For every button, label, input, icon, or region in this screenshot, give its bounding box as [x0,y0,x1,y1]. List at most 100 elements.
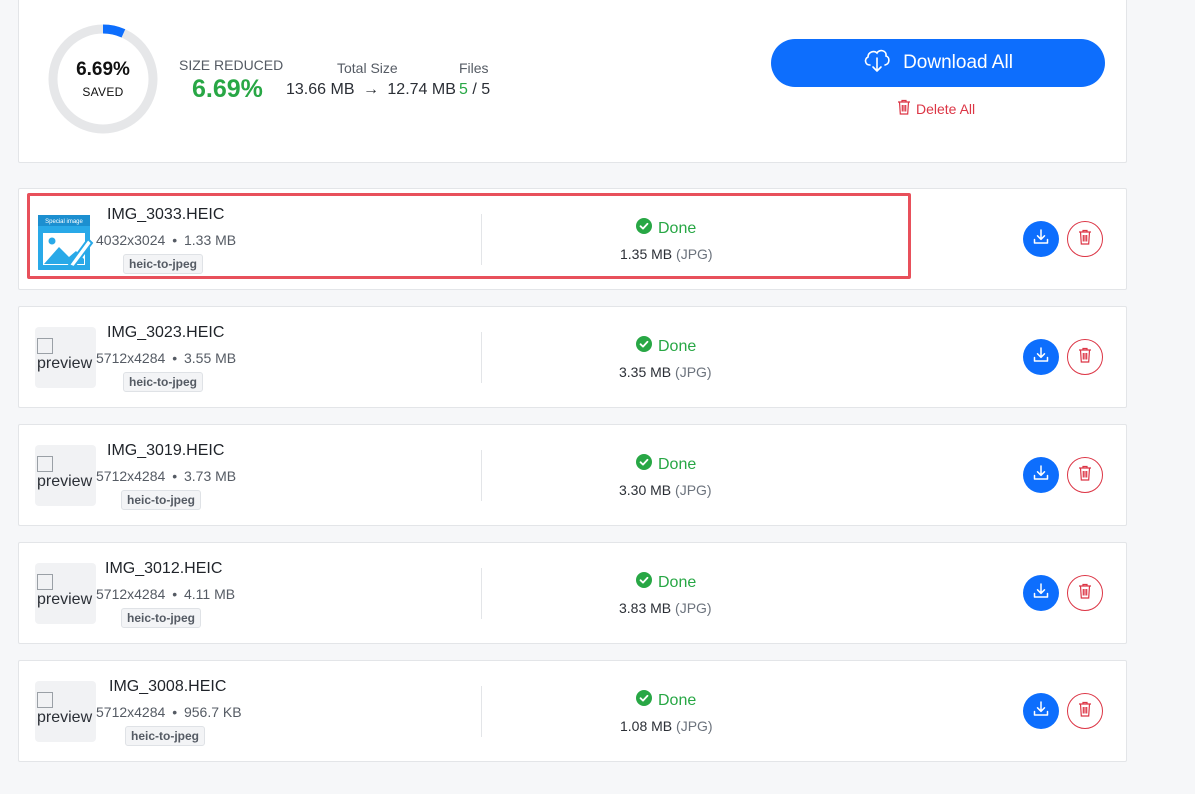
delete-button[interactable] [1067,457,1103,493]
download-icon [1032,228,1050,251]
broken-image: preview [35,681,96,727]
check-circle-icon [636,572,652,593]
meta-separator: • [172,350,178,366]
meta-separator: • [172,232,178,248]
result-format: (JPG) [676,718,713,734]
delete-button[interactable] [1067,575,1103,611]
broken-image-icon [37,573,53,590]
status-badge: Done [636,572,696,593]
result-info: 1.08 MB (JPG) [620,718,713,734]
delete-all-label: Delete All [916,100,976,117]
file-size: 956.7 KB [183,704,242,720]
row-divider [481,214,482,265]
status-badge: Done [636,690,696,711]
saved-label: SAVED [82,85,124,99]
file-name: IMG_3033.HEIC [107,206,225,223]
result-info: 3.83 MB (JPG) [619,600,712,616]
row-divider [481,686,482,737]
row-divider [481,568,482,619]
file-thumbnail: preview [35,327,96,388]
conversion-tag: heic-to-jpeg [121,490,201,510]
file-dimensions: 5712x4284 [96,586,166,602]
trash-icon [1078,229,1092,250]
file-size: 3.73 MB [183,468,237,484]
file-row: preview IMG_3008.HEIC 5712x4284 • 956.7 … [18,660,1127,762]
file-meta: 4032x3024 • 1.33 MB [96,232,236,248]
download-all-button[interactable]: Download All [771,39,1105,87]
status-badge: Done [636,218,696,239]
file-name: IMG_3023.HEIC [107,324,225,341]
download-icon [1032,700,1050,723]
saved-percent: 6.69% [76,59,130,80]
file-meta: 5712x4284 • 956.7 KB [96,704,242,720]
total-before: 13.66 MB [286,81,355,98]
trash-icon [897,99,911,118]
download-button[interactable] [1023,457,1059,493]
result-size: 1.08 MB [620,718,673,734]
download-icon [1032,346,1050,369]
thumb-caption: Special image [45,219,83,225]
broken-image-icon [37,455,53,472]
status-text: Done [658,219,697,237]
file-dimensions: 4032x3024 [96,232,166,248]
summary-card: 6.69% SAVED SIZE REDUCED 6.69% Total Siz… [18,0,1127,163]
result-info: 1.35 MB (JPG) [620,246,713,262]
meta-separator: • [172,704,178,720]
status-badge: Done [636,454,696,475]
size-reduced-value: 6.69% [192,75,263,103]
files-done: 5 [459,81,468,98]
result-size: 3.83 MB [619,600,672,616]
trash-icon [1078,347,1092,368]
download-icon [1032,464,1050,487]
download-button[interactable] [1023,339,1059,375]
arrow-icon: → [362,81,379,98]
status-text: Done [658,573,697,591]
result-format: (JPG) [675,600,712,616]
broken-image: preview [35,563,96,609]
result-size: 1.35 MB [620,246,673,262]
file-row: preview IMG_3019.HEIC 5712x4284 • 3.73 M… [18,424,1127,526]
status-badge: Done [636,336,696,357]
result-format: (JPG) [675,482,712,498]
files-count: 5 / 5 [459,81,490,99]
download-button[interactable] [1023,221,1059,257]
check-circle-icon [636,454,652,475]
file-name: IMG_3019.HEIC [107,442,225,459]
row-divider [481,332,482,383]
file-meta: 5712x4284 • 3.55 MB [96,350,236,366]
broken-image-icon [37,337,53,354]
file-row: preview IMG_3023.HEIC 5712x4284 • 3.55 M… [18,306,1127,408]
preview-alt-text: preview [37,591,93,608]
meta-separator: • [172,586,178,602]
file-dimensions: 5712x4284 [96,468,166,484]
file-thumbnail: preview [35,445,96,506]
size-reduced-label: SIZE REDUCED [179,57,284,73]
conversion-tag: heic-to-jpeg [123,254,203,274]
files-total: 5 [481,81,491,98]
broken-image-icon [37,691,53,708]
conversion-tag: heic-to-jpeg [121,608,201,628]
status-text: Done [658,691,697,709]
delete-button[interactable] [1067,339,1103,375]
file-dimensions: 5712x4284 [96,350,166,366]
preview-alt-text: preview [37,473,93,490]
file-row: Special image IMG_3033.HEIC 4032x3024 • … [18,188,1127,290]
cloud-download-icon [863,47,891,79]
delete-button[interactable] [1067,693,1103,729]
file-size: 1.33 MB [183,232,237,248]
check-circle-icon [636,690,652,711]
result-format: (JPG) [675,364,712,380]
file-name: IMG_3012.HEIC [105,560,223,577]
total-after: 12.74 MB [387,81,456,98]
download-button[interactable] [1023,575,1059,611]
image-placeholder-icon: Special image [38,215,94,270]
file-thumbnail: preview [35,681,96,742]
download-button[interactable] [1023,693,1059,729]
result-info: 3.35 MB (JPG) [619,364,712,380]
delete-button[interactable] [1067,221,1103,257]
file-thumbnail: preview [35,563,96,624]
files-label: Files [459,60,489,76]
result-size: 3.30 MB [619,482,672,498]
delete-all-button[interactable]: Delete All [897,99,975,118]
download-all-label: Download All [903,52,1013,73]
